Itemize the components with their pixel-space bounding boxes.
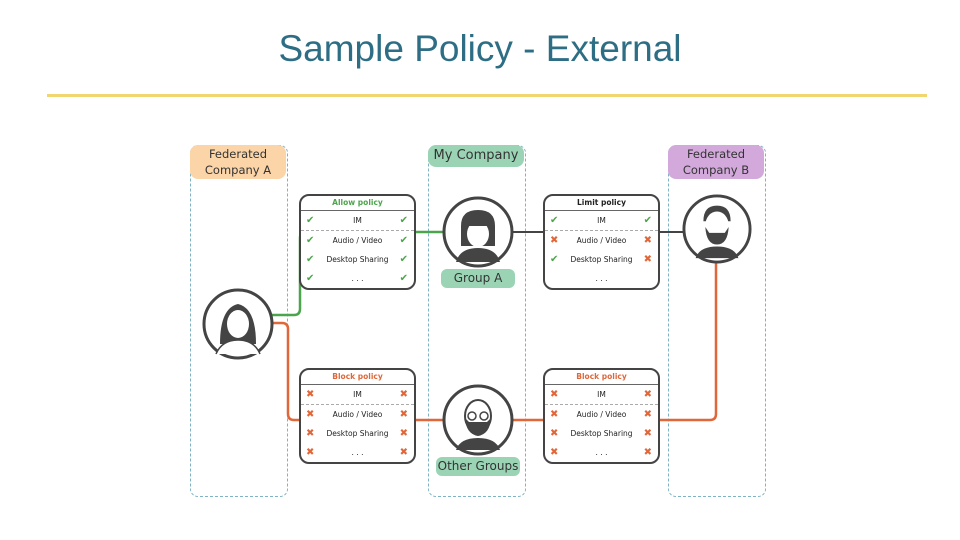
cross-icon: ✖	[399, 389, 408, 400]
policy-row-label: Desktop Sharing	[570, 429, 633, 438]
woman-avatar-group-a	[442, 196, 514, 268]
policy-row: ✖ ✖ Audio / Video	[545, 231, 658, 250]
check-icon: ✔	[643, 215, 652, 226]
cross-icon: ✖	[306, 389, 315, 400]
check-icon: ✔	[399, 254, 408, 265]
cross-icon: ✖	[643, 428, 652, 439]
policy-row-label: Desktop Sharing	[570, 255, 633, 264]
cross-icon: ✖	[643, 235, 652, 246]
check-icon: ✔	[306, 215, 315, 226]
policy-row: ✖ ✖ IM	[301, 385, 414, 405]
policy-row: ✖ ✖ IM	[545, 385, 658, 405]
group-a-label: Group A	[441, 269, 515, 288]
policy-row: ✔ ✔ IM	[545, 211, 658, 231]
block-policy-title-a: Block policy	[301, 370, 414, 385]
allow-policy-card: Allow policy ✔ ✔ IM ✔ ✔ Audio / Video ✔ ✔ Deskto…	[299, 194, 416, 290]
bearded-avatar-company-b	[682, 194, 752, 264]
cross-icon: ✖	[643, 389, 652, 400]
policy-row-label: IM	[597, 216, 606, 225]
policy-row: ✔ ✔ IM	[301, 211, 414, 231]
policy-row: ✖ ✖ Desktop Sharing	[545, 424, 658, 443]
policy-row-label: Audio / Video	[576, 410, 627, 419]
check-icon: ✔	[306, 235, 315, 246]
cross-icon: ✖	[399, 409, 408, 420]
block-policy-card-b: Block policy ✖ ✖ IM ✖ ✖ Audio / Video ✖ ✖ Deskto…	[543, 368, 660, 464]
policy-row: ✖ ✖ Audio / Video	[301, 405, 414, 424]
check-icon: ✔	[550, 215, 559, 226]
allow-policy-title: Allow policy	[301, 196, 414, 211]
policy-row-label: . . .	[351, 448, 364, 457]
policy-row-label: . . .	[595, 448, 608, 457]
policy-row-label: . . .	[351, 274, 364, 283]
block-policy-card-a: Block policy ✖ ✖ IM ✖ ✖ Audio / Video ✖ ✖ Deskto…	[299, 368, 416, 464]
check-icon: ✔	[399, 273, 408, 284]
cross-icon: ✖	[399, 428, 408, 439]
policy-row: ✖ ✖ Desktop Sharing	[301, 424, 414, 443]
check-icon: ✔	[306, 273, 315, 284]
policy-row-label: Audio / Video	[332, 236, 383, 245]
policy-row-label: IM	[597, 390, 606, 399]
check-icon: ✔	[399, 215, 408, 226]
limit-policy-title: Limit policy	[545, 196, 658, 211]
limit-policy-card: Limit policy ✔ ✔ IM ✖ ✖ Audio / Video ✔ ✖ Deskto…	[543, 194, 660, 290]
woman-avatar-company-a	[202, 288, 274, 360]
check-icon: ✔	[550, 254, 559, 265]
cross-icon: ✖	[550, 389, 559, 400]
policy-row: ✖ ✖ Audio / Video	[545, 405, 658, 424]
policy-row-label: IM	[353, 390, 362, 399]
cross-icon: ✖	[399, 447, 408, 458]
policy-row-label: Desktop Sharing	[326, 255, 389, 264]
bearded-avatar-other-groups	[442, 384, 514, 456]
cross-icon: ✖	[306, 447, 315, 458]
policy-row: ✖ ✖ . . .	[545, 443, 658, 462]
policy-row-label: IM	[353, 216, 362, 225]
cross-icon: ✖	[643, 409, 652, 420]
policy-row: ✔ ✖ Desktop Sharing	[545, 250, 658, 269]
policy-row-label: Audio / Video	[576, 236, 627, 245]
cross-icon: ✖	[643, 254, 652, 265]
cross-icon: ✖	[550, 428, 559, 439]
cross-icon: ✖	[306, 409, 315, 420]
cross-icon: ✖	[550, 409, 559, 420]
policy-row-label: . . .	[595, 274, 608, 283]
cross-icon: ✖	[550, 235, 559, 246]
policy-row-label: Audio / Video	[332, 410, 383, 419]
cross-icon: ✖	[550, 447, 559, 458]
other-groups-label: Other Groups	[436, 457, 520, 476]
check-icon: ✔	[399, 235, 408, 246]
policy-row: ✖ ✖ . . .	[301, 443, 414, 462]
policy-row: . . .	[545, 269, 658, 288]
block-policy-title-b: Block policy	[545, 370, 658, 385]
check-icon: ✔	[306, 254, 315, 265]
policy-row: ✔ ✔ Audio / Video	[301, 231, 414, 250]
policy-row-label: Desktop Sharing	[326, 429, 389, 438]
cross-icon: ✖	[306, 428, 315, 439]
cross-icon: ✖	[643, 447, 652, 458]
policy-row: ✔ ✔ . . .	[301, 269, 414, 288]
policy-row: ✔ ✔ Desktop Sharing	[301, 250, 414, 269]
